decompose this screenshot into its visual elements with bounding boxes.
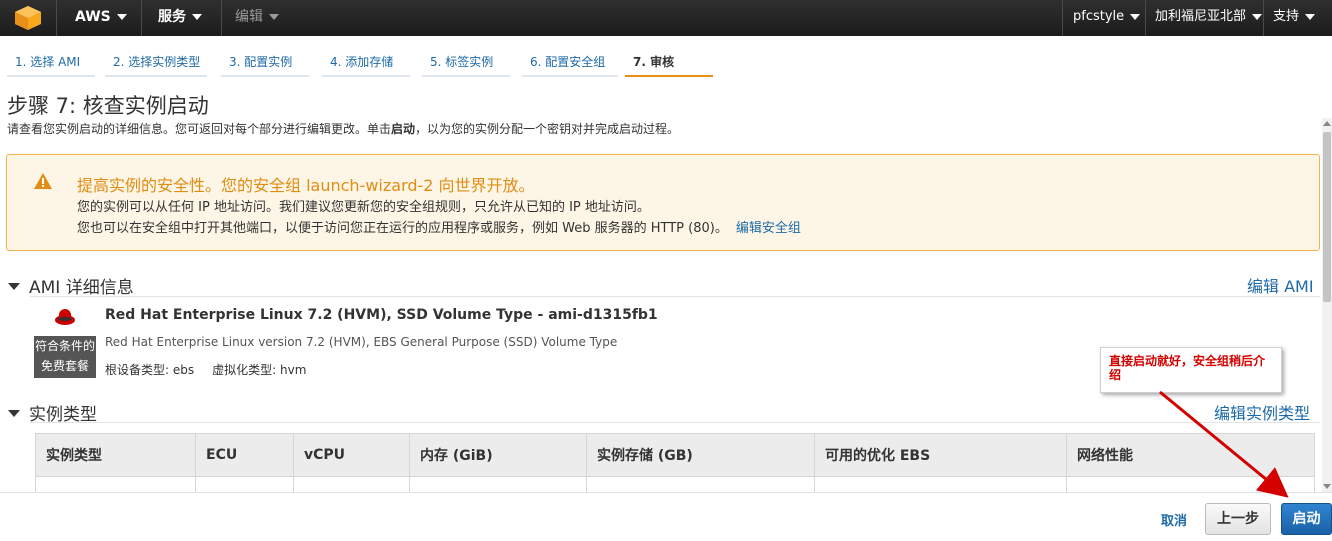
wizard-footer: 取消 上一步 启动 xyxy=(0,492,1332,541)
support-menu[interactable]: 支持 xyxy=(1273,0,1316,36)
ami-section-toggle[interactable]: AMI 详细信息 xyxy=(8,273,134,298)
step-tag-instance[interactable]: 5. 标签实例 xyxy=(422,50,510,77)
table-header-row: 实例类型 ECU vCPU 内存 (GiB) 实例存储 (GB) 可用的优化 E… xyxy=(35,433,1315,477)
top-nav: AWS 服务 编辑 pfcstyle 加利福尼亚北部 支持 xyxy=(0,0,1332,36)
ami-name: Red Hat Enterprise Linux 7.2 (HVM), SSD … xyxy=(105,307,658,323)
user-menu-label: pfcstyle xyxy=(1073,9,1125,24)
col-network-performance[interactable]: 网络性能 xyxy=(1066,433,1315,477)
services-menu[interactable]: 服务 xyxy=(158,0,202,36)
nav-divider xyxy=(1263,0,1264,36)
aws-menu-label: AWS xyxy=(75,9,111,25)
launch-button[interactable]: 启动 xyxy=(1281,503,1332,535)
collapse-triangle-icon xyxy=(8,409,20,417)
redhat-logo-icon xyxy=(55,309,75,325)
nav-divider xyxy=(1145,0,1146,36)
chevron-down-icon xyxy=(1252,13,1263,20)
warning-line-2-text: 您也可以在安全组中打开其他端口，以便于访问您正在运行的应用程序或服务，例如 We… xyxy=(77,221,728,236)
page-description-text-end: ，以为您的实例分配一个密钥对并完成启动过程。 xyxy=(415,122,680,136)
chevron-down-icon xyxy=(1305,13,1316,20)
nav-divider xyxy=(1062,0,1063,36)
col-ecu[interactable]: ECU xyxy=(195,433,294,477)
warning-line-2: 您也可以在安全组中打开其他端口，以便于访问您正在运行的应用程序或服务，例如 We… xyxy=(77,217,801,236)
warning-title: 提高实例的安全性。您的安全组 launch-wizard-2 向世界开放。 xyxy=(77,176,535,195)
divider xyxy=(30,296,1320,297)
support-menu-label: 支持 xyxy=(1273,9,1300,24)
collapse-triangle-icon xyxy=(8,282,20,290)
step-choose-ami[interactable]: 1. 选择 AMI xyxy=(7,50,95,77)
edit-instance-type-link[interactable]: 编辑实例类型 xyxy=(1214,400,1310,424)
ami-section-heading: AMI 详细信息 xyxy=(29,278,134,298)
virtualization-type: 虚拟化类型: hvm xyxy=(212,363,307,377)
page-description-bold: 启动 xyxy=(391,122,416,136)
aws-logo-icon[interactable] xyxy=(14,5,42,31)
page-title: 步骤 7: 核查实例启动 xyxy=(7,94,209,118)
divider xyxy=(30,422,1320,423)
free-tier-badge: 符合条件的 免费套餐 xyxy=(34,336,96,378)
annotation-callout: 直接启动就好，安全组稍后介绍 xyxy=(1100,347,1282,393)
free-tier-badge-line-2: 免费套餐 xyxy=(40,359,89,373)
step-configure-instance[interactable]: 3. 配置实例 xyxy=(221,50,309,77)
nav-divider xyxy=(221,0,222,36)
aws-menu[interactable]: AWS xyxy=(75,0,127,36)
chevron-down-icon xyxy=(192,14,202,20)
edit-security-group-link[interactable]: 编辑安全组 xyxy=(736,221,801,236)
edit-ami-link[interactable]: 编辑 AMI xyxy=(1247,273,1314,297)
ami-meta: 根设备类型: ebs 虚拟化类型: hvm xyxy=(105,361,306,378)
free-tier-badge-line-1: 符合条件的 xyxy=(34,339,95,353)
edit-menu[interactable]: 编辑 xyxy=(235,0,279,36)
col-instance-storage[interactable]: 实例存储 (GB) xyxy=(586,433,815,477)
col-instance-type[interactable]: 实例类型 xyxy=(35,433,196,477)
user-menu[interactable]: pfcstyle xyxy=(1073,0,1141,36)
region-menu-label: 加利福尼亚北部 xyxy=(1155,9,1247,24)
root-device-type: 根设备类型: ebs xyxy=(105,363,195,377)
step-choose-instance-type[interactable]: 2. 选择实例类型 xyxy=(105,50,207,77)
step-add-storage[interactable]: 4. 添加存储 xyxy=(322,50,410,77)
warning-icon xyxy=(34,173,52,189)
scroll-thumb[interactable] xyxy=(1323,132,1331,302)
edit-menu-label: 编辑 xyxy=(235,9,263,25)
col-ebs-optimized[interactable]: 可用的优化 EBS xyxy=(814,433,1067,477)
scroll-up-arrow-icon[interactable] xyxy=(1323,121,1331,126)
page-scrollbar[interactable] xyxy=(1322,118,1332,492)
page-description-text: 请查看您实例启动的详细信息。您可返回对每个部分进行编辑更改。单击 xyxy=(7,122,392,136)
scroll-down-arrow-icon[interactable] xyxy=(1323,484,1331,489)
cancel-button[interactable]: 取消 xyxy=(1161,510,1187,529)
step-configure-security-group[interactable]: 6. 配置安全组 xyxy=(522,50,618,77)
ami-description: Red Hat Enterprise Linux version 7.2 (HV… xyxy=(105,335,618,349)
col-vcpu[interactable]: vCPU xyxy=(293,433,410,477)
step-review[interactable]: 7. 审核 xyxy=(625,50,713,77)
nav-divider xyxy=(56,0,57,36)
services-menu-label: 服务 xyxy=(158,9,186,25)
chevron-down-icon xyxy=(1130,13,1141,20)
col-memory[interactable]: 内存 (GiB) xyxy=(409,433,587,477)
instance-type-table: 实例类型 ECU vCPU 内存 (GiB) 实例存储 (GB) 可用的优化 E… xyxy=(35,433,1315,497)
chevron-down-icon xyxy=(116,14,127,20)
previous-button[interactable]: 上一步 xyxy=(1205,503,1271,535)
page-description: 请查看您实例启动的详细信息。您可返回对每个部分进行编辑更改。单击启动，以为您的实… xyxy=(7,120,679,137)
region-menu[interactable]: 加利福尼亚北部 xyxy=(1155,0,1263,36)
nav-divider xyxy=(141,0,142,36)
chevron-down-icon xyxy=(269,14,279,20)
warning-line-1: 您的实例可以从任何 IP 地址访问。我们建议您更新您的安全组规则，只允许从已知的… xyxy=(77,200,650,215)
security-warning-box: 提高实例的安全性。您的安全组 launch-wizard-2 向世界开放。 您的… xyxy=(6,154,1320,251)
